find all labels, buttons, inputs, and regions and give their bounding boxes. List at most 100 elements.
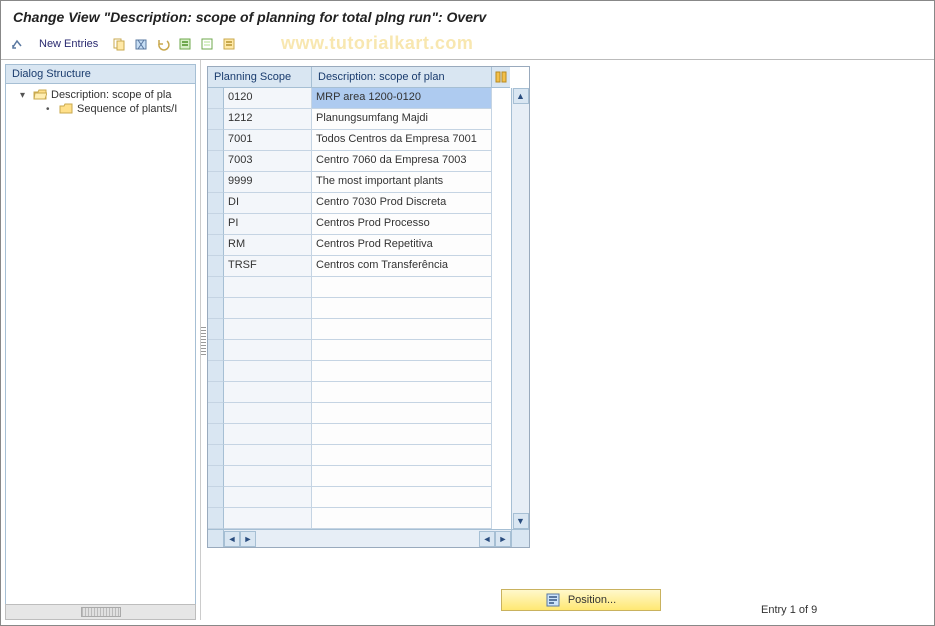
scroll-left-icon[interactable]: ◄	[479, 531, 495, 547]
row-header[interactable]	[208, 361, 224, 382]
table-row[interactable]	[208, 508, 511, 529]
table-row[interactable]: 9999The most important plants	[208, 172, 511, 193]
deselect-all-icon[interactable]	[220, 35, 238, 53]
column-header-planning-scope[interactable]: Planning Scope	[208, 67, 312, 88]
row-header[interactable]	[208, 88, 224, 109]
cell-description[interactable]: Planungsumfang Majdi	[312, 109, 492, 130]
row-header[interactable]	[208, 298, 224, 319]
table-row[interactable]: RMCentros Prod Repetitiva	[208, 235, 511, 256]
cell-description[interactable]: Centro 7060 da Empresa 7003	[312, 151, 492, 172]
cell-planning-scope[interactable]: 1212	[224, 109, 312, 130]
table-row[interactable]	[208, 382, 511, 403]
row-header[interactable]	[208, 193, 224, 214]
cell-description[interactable]	[312, 487, 492, 508]
cell-planning-scope[interactable]	[224, 298, 312, 319]
position-button[interactable]: Position...	[501, 589, 661, 611]
row-header[interactable]	[208, 340, 224, 361]
row-header[interactable]	[208, 235, 224, 256]
table-row[interactable]	[208, 340, 511, 361]
cell-description[interactable]	[312, 508, 492, 529]
table-row[interactable]	[208, 424, 511, 445]
tree-node-description-scope[interactable]: ▾ Description: scope of pla	[6, 88, 195, 102]
row-header[interactable]	[208, 382, 224, 403]
row-header[interactable]	[208, 277, 224, 298]
table-hscrollbar[interactable]: ◄ ► ◄ ►	[208, 529, 529, 547]
cell-planning-scope[interactable]	[224, 403, 312, 424]
cell-planning-scope[interactable]: TRSF	[224, 256, 312, 277]
row-header[interactable]	[208, 256, 224, 277]
cell-planning-scope[interactable]	[224, 508, 312, 529]
scroll-right-icon[interactable]: ►	[495, 531, 511, 547]
table-row[interactable]: PICentros Prod Processo	[208, 214, 511, 235]
cell-description[interactable]	[312, 424, 492, 445]
cell-planning-scope[interactable]: RM	[224, 235, 312, 256]
table-config-icon[interactable]	[492, 67, 510, 88]
cell-description[interactable]	[312, 403, 492, 424]
cell-planning-scope[interactable]: 7001	[224, 130, 312, 151]
table-row[interactable]	[208, 361, 511, 382]
cell-description[interactable]	[312, 319, 492, 340]
row-header[interactable]	[208, 403, 224, 424]
scroll-down-icon[interactable]: ▼	[513, 513, 529, 529]
cell-description[interactable]: Centros com Transferência	[312, 256, 492, 277]
cell-planning-scope[interactable]	[224, 277, 312, 298]
cell-description[interactable]: Centro 7030 Prod Discreta	[312, 193, 492, 214]
table-row[interactable]: 0120MRP area 1200-0120	[208, 88, 511, 109]
cell-description[interactable]: Centros Prod Processo	[312, 214, 492, 235]
tree-node-sequence-plants[interactable]: • Sequence of plants/I	[6, 102, 195, 116]
cell-description[interactable]	[312, 340, 492, 361]
cell-description[interactable]	[312, 361, 492, 382]
cell-description[interactable]: The most important plants	[312, 172, 492, 193]
copy-icon[interactable]	[110, 35, 128, 53]
cell-description[interactable]	[312, 445, 492, 466]
row-header[interactable]	[208, 445, 224, 466]
scroll-thumb-icon[interactable]	[81, 607, 121, 617]
table-row[interactable]	[208, 319, 511, 340]
cell-planning-scope[interactable]	[224, 466, 312, 487]
cell-planning-scope[interactable]	[224, 319, 312, 340]
table-row[interactable]	[208, 277, 511, 298]
toggle-display-icon[interactable]	[9, 35, 27, 53]
cell-planning-scope[interactable]	[224, 487, 312, 508]
table-row[interactable]: TRSFCentros com Transferência	[208, 256, 511, 277]
cell-planning-scope[interactable]: DI	[224, 193, 312, 214]
undo-icon[interactable]	[154, 35, 172, 53]
cell-planning-scope[interactable]	[224, 424, 312, 445]
row-header[interactable]	[208, 214, 224, 235]
cell-description[interactable]: Todos Centros da Empresa 7001	[312, 130, 492, 151]
scroll-up-icon[interactable]: ▲	[513, 88, 529, 104]
row-header[interactable]	[208, 130, 224, 151]
cell-description[interactable]: Centros Prod Repetitiva	[312, 235, 492, 256]
table-row[interactable]: 7003Centro 7060 da Empresa 7003	[208, 151, 511, 172]
cell-planning-scope[interactable]: 9999	[224, 172, 312, 193]
table-row[interactable]	[208, 466, 511, 487]
cell-planning-scope[interactable]: 0120	[224, 88, 312, 109]
cell-planning-scope[interactable]	[224, 340, 312, 361]
row-header[interactable]	[208, 508, 224, 529]
table-row[interactable]	[208, 487, 511, 508]
cell-planning-scope[interactable]: PI	[224, 214, 312, 235]
cell-description[interactable]	[312, 277, 492, 298]
table-row[interactable]	[208, 298, 511, 319]
cell-planning-scope[interactable]: 7003	[224, 151, 312, 172]
row-header[interactable]	[208, 466, 224, 487]
row-header[interactable]	[208, 487, 224, 508]
row-header[interactable]	[208, 172, 224, 193]
table-row[interactable]: DICentro 7030 Prod Discreta	[208, 193, 511, 214]
cell-planning-scope[interactable]	[224, 361, 312, 382]
scroll-right-icon[interactable]: ►	[240, 531, 256, 547]
select-block-icon[interactable]	[198, 35, 216, 53]
cell-description[interactable]	[312, 466, 492, 487]
scroll-left-icon[interactable]: ◄	[224, 531, 240, 547]
row-header[interactable]	[208, 151, 224, 172]
select-all-icon[interactable]	[176, 35, 194, 53]
table-row[interactable]	[208, 403, 511, 424]
cell-description[interactable]	[312, 298, 492, 319]
row-header[interactable]	[208, 319, 224, 340]
cell-planning-scope[interactable]	[224, 445, 312, 466]
column-header-description[interactable]: Description: scope of plan	[312, 67, 492, 88]
table-row[interactable]: 1212Planungsumfang Majdi	[208, 109, 511, 130]
left-panel-hscroll[interactable]	[5, 604, 196, 620]
row-header[interactable]	[208, 109, 224, 130]
table-vscrollbar[interactable]: ▲ ▼	[511, 88, 529, 529]
